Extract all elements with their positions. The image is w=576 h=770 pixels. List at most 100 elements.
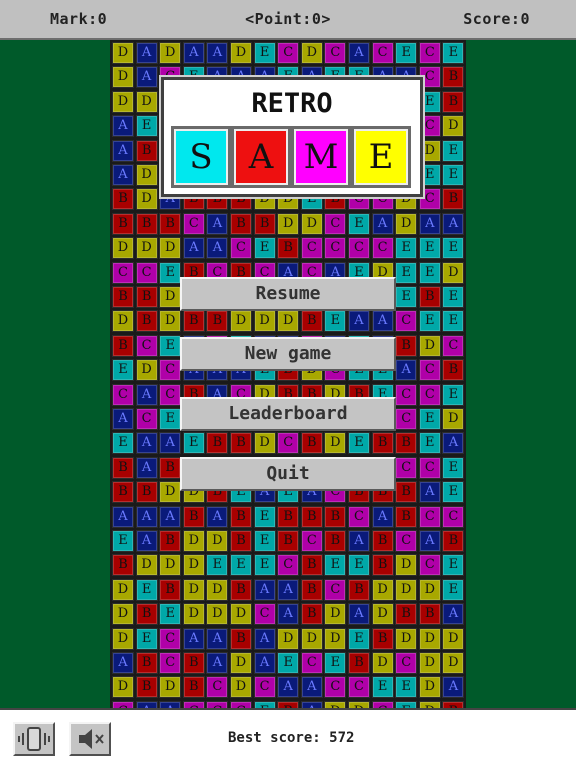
tile-3-0[interactable]: A bbox=[112, 115, 134, 138]
tile-2-14[interactable]: B bbox=[442, 90, 465, 113]
tile-8-4[interactable]: A bbox=[206, 237, 229, 260]
tile-15-13[interactable]: E bbox=[418, 408, 441, 430]
tile-11-12[interactable]: C bbox=[395, 310, 418, 333]
tile-0-0[interactable]: D bbox=[112, 42, 134, 64]
tile-27-14[interactable]: B bbox=[442, 700, 465, 708]
tile-24-10[interactable]: E bbox=[348, 627, 370, 650]
tile-27-5[interactable]: C bbox=[230, 700, 252, 708]
tile-15-0[interactable]: A bbox=[112, 408, 134, 430]
tile-25-7[interactable]: E bbox=[277, 652, 300, 674]
tile-10-1[interactable]: B bbox=[135, 286, 158, 308]
tile-4-1[interactable]: B bbox=[135, 139, 158, 162]
tile-25-11[interactable]: D bbox=[371, 652, 394, 674]
tile-27-8[interactable]: A bbox=[300, 700, 323, 708]
tile-23-3[interactable]: D bbox=[182, 603, 205, 626]
tile-26-13[interactable]: D bbox=[418, 676, 441, 699]
tile-17-1[interactable]: A bbox=[135, 456, 158, 479]
tile-20-9[interactable]: B bbox=[324, 530, 347, 552]
tile-7-2[interactable]: B bbox=[159, 212, 182, 235]
tile-22-2[interactable]: B bbox=[159, 578, 182, 601]
resume-button[interactable]: Resume bbox=[180, 277, 396, 311]
tile-22-11[interactable]: D bbox=[371, 578, 394, 601]
tile-11-14[interactable]: E bbox=[442, 310, 465, 333]
tile-20-12[interactable]: C bbox=[395, 530, 418, 552]
tile-16-7[interactable]: C bbox=[277, 432, 300, 455]
tile-7-4[interactable]: A bbox=[206, 212, 229, 235]
tile-22-14[interactable]: E bbox=[442, 578, 465, 601]
tile-27-0[interactable]: C bbox=[112, 700, 134, 708]
tile-26-14[interactable]: A bbox=[442, 676, 465, 699]
tile-15-1[interactable]: C bbox=[135, 408, 158, 430]
tile-25-4[interactable]: A bbox=[206, 652, 229, 674]
tile-14-1[interactable]: A bbox=[135, 383, 158, 406]
tile-21-4[interactable]: E bbox=[206, 554, 229, 577]
tile-1-14[interactable]: B bbox=[442, 66, 465, 89]
tile-16-3[interactable]: E bbox=[182, 432, 205, 455]
tile-24-11[interactable]: B bbox=[371, 627, 394, 650]
tile-21-9[interactable]: E bbox=[324, 554, 347, 577]
tile-25-10[interactable]: B bbox=[348, 652, 370, 674]
tile-9-0[interactable]: C bbox=[112, 261, 134, 284]
leaderboard-button[interactable]: Leaderboard bbox=[180, 397, 396, 431]
tile-21-11[interactable]: B bbox=[371, 554, 394, 577]
tile-16-14[interactable]: A bbox=[442, 432, 465, 455]
tile-9-2[interactable]: E bbox=[159, 261, 182, 284]
tile-22-12[interactable]: D bbox=[395, 578, 418, 601]
tile-16-5[interactable]: B bbox=[230, 432, 252, 455]
tile-25-9[interactable]: E bbox=[324, 652, 347, 674]
tile-19-10[interactable]: C bbox=[348, 505, 370, 528]
tile-20-13[interactable]: A bbox=[418, 530, 441, 552]
tile-14-13[interactable]: C bbox=[418, 383, 441, 406]
tile-6-14[interactable]: B bbox=[442, 188, 465, 211]
tile-26-9[interactable]: C bbox=[324, 676, 347, 699]
tile-12-1[interactable]: C bbox=[135, 334, 158, 357]
tile-17-0[interactable]: B bbox=[112, 456, 134, 479]
tile-23-11[interactable]: D bbox=[371, 603, 394, 626]
tile-23-5[interactable]: D bbox=[230, 603, 252, 626]
tile-7-8[interactable]: D bbox=[300, 212, 323, 235]
tile-26-6[interactable]: C bbox=[253, 676, 276, 699]
tile-23-6[interactable]: C bbox=[253, 603, 276, 626]
tile-16-2[interactable]: A bbox=[159, 432, 182, 455]
tile-24-6[interactable]: A bbox=[253, 627, 276, 650]
tile-9-14[interactable]: D bbox=[442, 261, 465, 284]
tile-20-7[interactable]: B bbox=[277, 530, 300, 552]
tile-25-13[interactable]: D bbox=[418, 652, 441, 674]
tile-24-9[interactable]: D bbox=[324, 627, 347, 650]
tile-19-2[interactable]: A bbox=[159, 505, 182, 528]
tile-26-11[interactable]: E bbox=[371, 676, 394, 699]
tile-23-10[interactable]: A bbox=[348, 603, 370, 626]
tile-20-2[interactable]: B bbox=[159, 530, 182, 552]
tile-18-12[interactable]: B bbox=[395, 481, 418, 504]
tile-1-1[interactable]: A bbox=[135, 66, 158, 89]
tile-19-3[interactable]: B bbox=[182, 505, 205, 528]
tile-18-1[interactable]: B bbox=[135, 481, 158, 504]
tile-22-5[interactable]: B bbox=[230, 578, 252, 601]
tile-19-1[interactable]: A bbox=[135, 505, 158, 528]
tile-12-2[interactable]: E bbox=[159, 334, 182, 357]
tile-24-12[interactable]: D bbox=[395, 627, 418, 650]
tile-12-13[interactable]: D bbox=[418, 334, 441, 357]
tile-17-14[interactable]: E bbox=[442, 456, 465, 479]
tile-25-5[interactable]: D bbox=[230, 652, 252, 674]
tile-0-2[interactable]: D bbox=[159, 42, 182, 64]
tile-5-14[interactable]: E bbox=[442, 164, 465, 186]
tile-3-1[interactable]: E bbox=[135, 115, 158, 138]
tile-8-10[interactable]: C bbox=[348, 237, 370, 260]
tile-13-1[interactable]: D bbox=[135, 359, 158, 382]
tile-23-12[interactable]: B bbox=[395, 603, 418, 626]
tile-21-5[interactable]: E bbox=[230, 554, 252, 577]
tile-8-13[interactable]: E bbox=[418, 237, 441, 260]
tile-24-14[interactable]: D bbox=[442, 627, 465, 650]
tile-26-0[interactable]: D bbox=[112, 676, 134, 699]
tile-7-11[interactable]: A bbox=[371, 212, 394, 235]
tile-16-0[interactable]: E bbox=[112, 432, 134, 455]
tile-25-12[interactable]: C bbox=[395, 652, 418, 674]
tile-21-1[interactable]: D bbox=[135, 554, 158, 577]
tile-6-0[interactable]: B bbox=[112, 188, 134, 211]
tile-27-11[interactable]: C bbox=[371, 700, 394, 708]
tile-14-12[interactable]: C bbox=[395, 383, 418, 406]
tile-7-0[interactable]: B bbox=[112, 212, 134, 235]
tile-0-1[interactable]: A bbox=[135, 42, 158, 64]
tile-26-3[interactable]: B bbox=[182, 676, 205, 699]
